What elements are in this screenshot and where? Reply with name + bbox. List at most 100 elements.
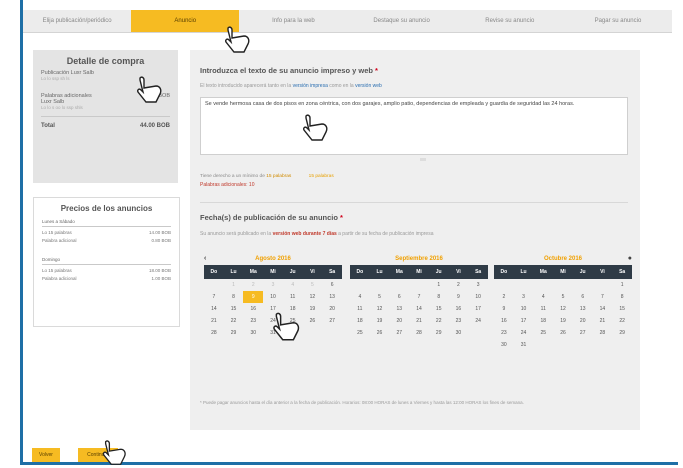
calendar-day[interactable]: 5 — [370, 291, 390, 303]
calendar-day[interactable]: 15 — [429, 303, 449, 315]
calendar-day[interactable]: 14 — [409, 303, 429, 315]
calendar-day[interactable]: 16 — [449, 303, 469, 315]
calendar-day[interactable]: 29 — [429, 327, 449, 339]
calendar-day[interactable]: 1 — [224, 279, 244, 291]
calendar-day[interactable]: 10 — [468, 291, 488, 303]
calendar-day[interactable]: 15 — [224, 303, 244, 315]
calendar-day[interactable]: 3 — [263, 279, 283, 291]
calendar-day[interactable]: 26 — [303, 315, 323, 327]
calendar-day[interactable]: 18 — [533, 315, 553, 327]
calendar-day[interactable]: 5 — [303, 279, 323, 291]
calendar-day[interactable]: 30 — [243, 327, 263, 339]
calendar-day[interactable]: 17 — [514, 315, 534, 327]
calendar-day[interactable]: 26 — [553, 327, 573, 339]
calendar-day[interactable]: 19 — [370, 315, 390, 327]
calendar-day[interactable]: 12 — [370, 303, 390, 315]
calendar-day[interactable]: 6 — [573, 291, 593, 303]
calendar-day[interactable]: 1 — [612, 279, 632, 291]
calendar-day[interactable]: 16 — [494, 315, 514, 327]
calendar-day[interactable]: 30 — [494, 339, 514, 351]
calendar-day[interactable]: 23 — [243, 315, 263, 327]
chevron-left-icon[interactable]: ‹ — [204, 253, 206, 265]
back-button[interactable]: Volver — [32, 448, 60, 462]
calendar-day[interactable]: 9 — [494, 303, 514, 315]
calendar-day[interactable]: 8 — [429, 291, 449, 303]
calendar-day[interactable]: 12 — [553, 303, 573, 315]
calendar-day[interactable]: 20 — [573, 315, 593, 327]
step-review[interactable]: Revise su anuncio — [456, 10, 564, 32]
calendar-day[interactable]: 24 — [514, 327, 534, 339]
calendar-day[interactable]: 21 — [204, 315, 224, 327]
calendar-day[interactable]: 28 — [593, 327, 613, 339]
calendar-day[interactable]: 25 — [350, 327, 370, 339]
calendar-day[interactable]: 28 — [204, 327, 224, 339]
calendar-day[interactable]: 24 — [468, 315, 488, 327]
step-highlight[interactable]: Destaque su anuncio — [348, 10, 456, 32]
chevron-right-icon[interactable]: ● — [628, 253, 632, 265]
calendar-day[interactable]: 19 — [303, 303, 323, 315]
calendar-day[interactable]: 8 — [224, 291, 244, 303]
calendar-day[interactable]: 2 — [449, 279, 469, 291]
calendar-day[interactable]: 3 — [514, 291, 534, 303]
calendar-day[interactable]: 21 — [409, 315, 429, 327]
calendar-day[interactable]: 16 — [243, 303, 263, 315]
calendar-day[interactable]: 27 — [573, 327, 593, 339]
calendar-day[interactable]: 22 — [429, 315, 449, 327]
calendar-day[interactable]: 20 — [322, 303, 342, 315]
calendar-day[interactable]: 17 — [468, 303, 488, 315]
calendar-day[interactable]: 27 — [389, 327, 409, 339]
resize-handle[interactable] — [420, 158, 426, 161]
ad-text-input[interactable]: Se vende hermosa casa de dos pisos en zo… — [200, 97, 628, 155]
calendar-day[interactable]: 5 — [553, 291, 573, 303]
calendar-day[interactable]: 11 — [350, 303, 370, 315]
calendar-day[interactable]: 2 — [494, 291, 514, 303]
calendar-day[interactable]: 29 — [224, 327, 244, 339]
calendar-day[interactable]: 10 — [263, 291, 283, 303]
calendar-day[interactable]: 4 — [350, 291, 370, 303]
calendar-day[interactable]: 9 — [449, 291, 469, 303]
calendar-day[interactable]: 22 — [224, 315, 244, 327]
calendar-day[interactable]: 30 — [449, 327, 469, 339]
step-publication[interactable]: Elija publicación/periódico — [23, 10, 131, 32]
step-web-info[interactable]: Info para la web — [239, 10, 347, 32]
calendar-day[interactable]: 4 — [533, 291, 553, 303]
calendar-day[interactable]: 18 — [350, 315, 370, 327]
calendar-day[interactable]: 13 — [322, 291, 342, 303]
calendar-day[interactable]: 6 — [322, 279, 342, 291]
calendar-day[interactable]: 7 — [409, 291, 429, 303]
calendar-day[interactable]: 21 — [593, 315, 613, 327]
calendar-day[interactable]: 11 — [283, 291, 303, 303]
calendar-day[interactable]: 13 — [389, 303, 409, 315]
calendar-day[interactable]: 7 — [593, 291, 613, 303]
calendar-day[interactable]: 19 — [553, 315, 573, 327]
calendar-day[interactable]: 3 — [468, 279, 488, 291]
calendar-day[interactable]: 28 — [409, 327, 429, 339]
web-version-link[interactable]: versión web — [355, 83, 382, 89]
calendar-day[interactable]: 26 — [370, 327, 390, 339]
calendar-day[interactable]: 7 — [204, 291, 224, 303]
calendar-day[interactable]: 10 — [514, 303, 534, 315]
calendar-day[interactable]: 29 — [612, 327, 632, 339]
calendar-day[interactable]: 27 — [322, 315, 342, 327]
calendar-day[interactable]: 25 — [533, 327, 553, 339]
calendar-day[interactable]: 23 — [494, 327, 514, 339]
calendar-day[interactable]: 1 — [429, 279, 449, 291]
calendar-day[interactable]: 12 — [303, 291, 323, 303]
calendar-day[interactable]: 13 — [573, 303, 593, 315]
calendar-day[interactable]: 20 — [389, 315, 409, 327]
calendar-day[interactable]: 15 — [612, 303, 632, 315]
calendar-day[interactable]: 14 — [593, 303, 613, 315]
prices-title: Precios de los anuncios — [60, 204, 153, 213]
calendar-day[interactable]: 23 — [449, 315, 469, 327]
print-version-link[interactable]: versión impresa — [293, 83, 328, 89]
calendar-day[interactable]: 22 — [612, 315, 632, 327]
calendar-day[interactable]: 4 — [283, 279, 303, 291]
calendar-day[interactable]: 9 — [243, 291, 264, 303]
calendar-day[interactable]: 8 — [612, 291, 632, 303]
calendar-day[interactable]: 31 — [514, 339, 534, 351]
calendar-day[interactable]: 2 — [243, 279, 263, 291]
calendar-day[interactable]: 6 — [389, 291, 409, 303]
calendar-day[interactable]: 14 — [204, 303, 224, 315]
calendar-day[interactable]: 11 — [533, 303, 553, 315]
step-pay[interactable]: Pagar su anuncio — [564, 10, 672, 32]
